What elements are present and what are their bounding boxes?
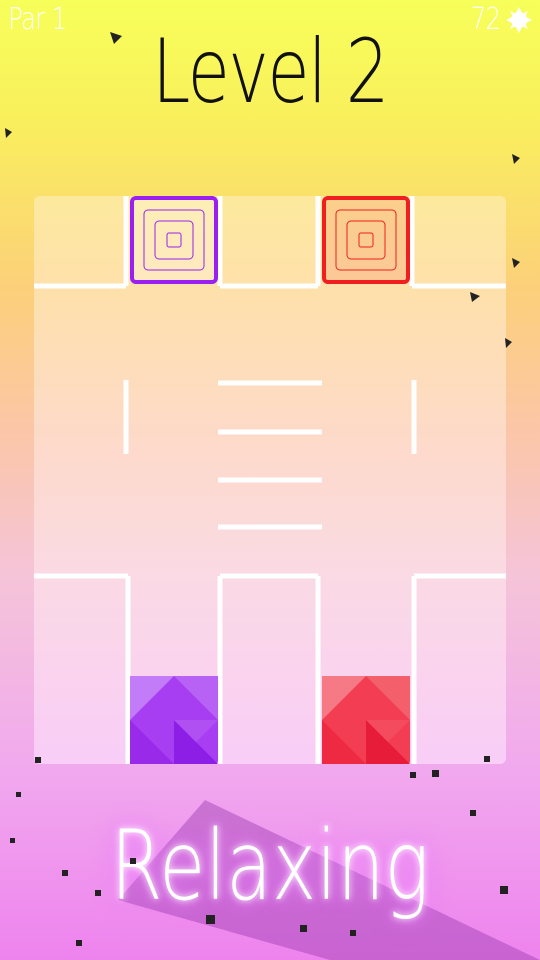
- particles: [5, 32, 520, 946]
